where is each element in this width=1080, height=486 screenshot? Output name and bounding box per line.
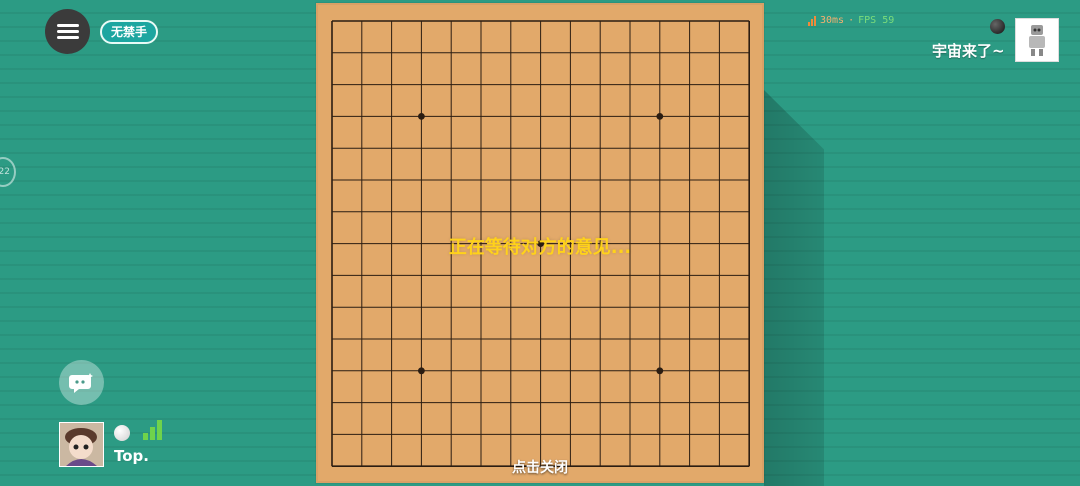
player-signal-icon — [143, 420, 162, 440]
star-point — [656, 113, 664, 120]
star-point — [418, 367, 425, 375]
star-point — [418, 113, 425, 120]
menu-icon — [56, 23, 79, 40]
star-point — [656, 367, 664, 375]
fps-text: FPS 59 — [858, 15, 895, 26]
chat-icon — [68, 372, 93, 393]
network-status: 30ms · FPS 59 — [808, 15, 894, 26]
signal-icon — [808, 15, 816, 26]
robot-avatar-icon — [1029, 25, 1045, 56]
rule-badge: 无禁手 — [100, 20, 159, 44]
ping-text: 30ms — [820, 15, 845, 26]
opponent-name: 宇宙来了~ — [932, 42, 1005, 60]
waiting-message: 正在等待对方的意见... — [448, 237, 632, 258]
close-hint[interactable]: 点击关闭 — [316, 457, 764, 477]
turn-timer-value: 22 — [0, 167, 10, 177]
player-name: Top. — [114, 447, 149, 465]
player-avatar[interactable] — [59, 422, 104, 467]
chat-button[interactable] — [59, 360, 104, 405]
player-avatar-image — [60, 423, 103, 466]
separator: · — [848, 15, 855, 26]
opponent-black-stone-icon — [990, 19, 1005, 34]
opponent-avatar[interactable] — [1015, 18, 1059, 62]
menu-button[interactable] — [45, 9, 90, 54]
board-shadow — [764, 90, 824, 486]
player-white-stone-icon — [114, 425, 130, 441]
